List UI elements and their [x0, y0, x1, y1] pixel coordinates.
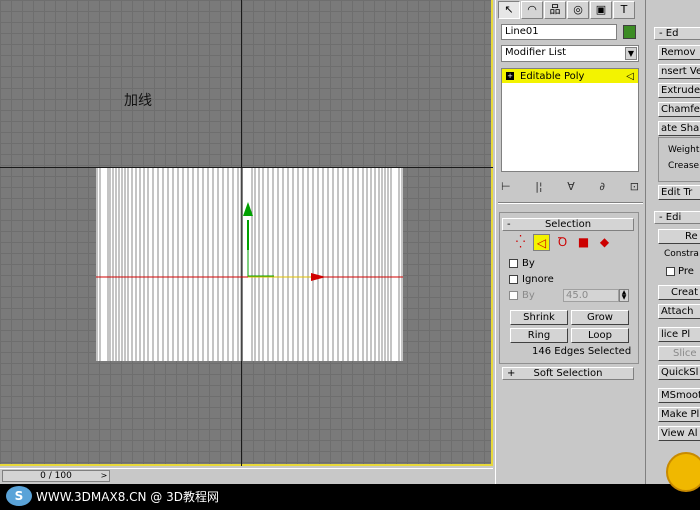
by-angle-label: By — [522, 290, 535, 301]
watermark-text: WWW.3DMAX8.CN @ 3D教程网 — [36, 489, 220, 504]
create-shape-button[interactable]: ate Sha — [658, 121, 700, 136]
angle-spinner[interactable]: 45.0 ▲ ▼ — [563, 289, 629, 302]
stack-item-label: Editable Poly — [520, 70, 585, 82]
view-align-button[interactable]: View Al — [658, 426, 700, 441]
time-slider-next-icon[interactable]: > — [99, 471, 109, 481]
spinner-arrows-icon[interactable]: ▲ ▼ — [619, 289, 629, 302]
panel-separator — [498, 202, 643, 204]
grow-button[interactable]: Grow — [571, 310, 629, 325]
angle-value[interactable]: 45.0 — [563, 289, 619, 302]
preserve-uvs-checkbox[interactable]: Pre — [666, 266, 694, 277]
selection-title: Selection — [544, 219, 592, 230]
modifier-list-label: Modifier List — [505, 47, 567, 58]
selection-rollout-header[interactable]: - Selection — [502, 218, 634, 231]
show-end-result-icon[interactable]: |¦ — [535, 180, 542, 193]
extrude-button[interactable]: Extrude — [658, 83, 700, 98]
make-planar-button[interactable]: Make Pl — [658, 407, 700, 422]
tab-modify-icon[interactable]: ◠ — [521, 1, 543, 19]
editable-poly-mesh[interactable] — [96, 168, 403, 361]
tab-motion-icon[interactable]: ◎ — [567, 1, 589, 19]
weight-crease-group — [658, 137, 700, 182]
modifier-list-dropdown[interactable]: Modifier List ▼ — [501, 45, 639, 62]
subobject-level-buttons: ⁛ ◁ Ꝺ ■ ◆ — [512, 234, 613, 251]
stack-item-editable-poly[interactable]: + Editable Poly ◁ — [502, 69, 638, 83]
edge-subobject-icon: ◁ — [626, 70, 634, 82]
constraints-label: Constra — [664, 249, 699, 259]
polygon-level-icon[interactable]: ■ — [575, 234, 592, 251]
element-level-icon[interactable]: ◆ — [596, 234, 613, 251]
ignore-backfacing-label: Ignore — [522, 274, 554, 285]
edit-edges-panel: - Ed Remov nsert Ve Extrude Chamfer ate … — [645, 0, 700, 484]
viewport-label: 加线 — [124, 93, 152, 109]
watermark-logo-icon: S — [6, 486, 32, 506]
tab-create-icon[interactable]: ↖ — [498, 1, 520, 19]
border-level-icon[interactable]: Ꝺ — [554, 234, 571, 251]
attach-button[interactable]: Attach — [658, 304, 700, 319]
expand-icon: + — [507, 368, 516, 379]
command-panel: ↖ ◠ 品 ◎ ▣ T Line01 Modifier List ▼ + Edi… — [495, 0, 645, 484]
by-vertex-label: By — [522, 258, 535, 269]
edit-tri-button[interactable]: Edit Tr — [658, 185, 700, 200]
stack-toolbar: ⊢ |¦ ∀ ∂ ⊡ — [501, 178, 639, 194]
remove-modifier-icon[interactable]: ∂ — [599, 180, 605, 193]
configure-sets-icon[interactable]: ⊡ — [630, 180, 639, 193]
chevron-down-icon[interactable]: ▼ — [625, 47, 637, 60]
vertex-level-icon[interactable]: ⁛ — [512, 234, 529, 251]
viewport[interactable]: 加线 — [0, 0, 493, 466]
tab-hierarchy-icon[interactable]: 品 — [544, 1, 566, 19]
remove-button[interactable]: Remov — [658, 45, 700, 60]
time-slider[interactable]: 0 / 100 > — [2, 470, 110, 482]
collapse-icon: - — [507, 219, 511, 230]
repeat-last-button[interactable]: Re — [658, 229, 700, 244]
weight-label: Weight: — [668, 145, 700, 155]
by-angle-checkbox[interactable]: By — [509, 290, 535, 301]
ring-button[interactable]: Ring — [510, 328, 568, 343]
expand-icon[interactable]: + — [506, 72, 514, 80]
create-button[interactable]: Creat — [658, 285, 700, 300]
slice-plane-button[interactable]: lice Pl — [658, 327, 700, 342]
selection-status: 146 Edges Selected — [532, 346, 632, 357]
preserve-uvs-label: Pre — [678, 266, 694, 277]
time-slider-value: 0 / 100 — [40, 471, 72, 481]
chamfer-button[interactable]: Chamfer — [658, 102, 700, 117]
checkbox-box[interactable] — [509, 275, 518, 284]
object-color-swatch[interactable] — [623, 25, 636, 39]
checkbox-box[interactable] — [666, 267, 675, 276]
insert-vertex-button[interactable]: nsert Ve — [658, 64, 700, 79]
mesh-wireframe — [96, 168, 403, 361]
object-name-field[interactable]: Line01 — [501, 24, 617, 40]
crease-label: Crease: — [668, 161, 700, 171]
pin-stack-icon[interactable]: ⊢ — [501, 180, 511, 193]
soft-selection-title: Soft Selection — [533, 368, 603, 379]
command-panel-tabs: ↖ ◠ 品 ◎ ▣ T — [496, 0, 645, 20]
by-vertex-checkbox[interactable]: By — [509, 258, 535, 269]
checkbox-box[interactable] — [509, 259, 518, 268]
slice-button[interactable]: Slice — [658, 346, 700, 361]
loop-button[interactable]: Loop — [571, 328, 629, 343]
ignore-backfacing-checkbox[interactable]: Ignore — [509, 274, 554, 285]
edit-edges-rollout-header[interactable]: - Ed — [654, 27, 700, 40]
app-logo-icon — [666, 452, 700, 492]
msmooth-button[interactable]: MSmooth — [658, 388, 700, 403]
checkbox-box[interactable] — [509, 291, 518, 300]
shrink-button[interactable]: Shrink — [510, 310, 568, 325]
edit-geometry-rollout-header[interactable]: - Edi — [654, 211, 700, 224]
quickslice-button[interactable]: QuickSl — [658, 365, 700, 380]
watermark: S WWW.3DMAX8.CN @ 3D教程网 — [6, 486, 219, 506]
make-unique-icon[interactable]: ∀ — [567, 180, 575, 193]
timeline: 0 / 100 > — [0, 468, 493, 482]
soft-selection-rollout-header[interactable]: + Soft Selection — [502, 367, 634, 380]
edge-level-icon[interactable]: ◁ — [533, 234, 550, 251]
modifier-stack[interactable]: + Editable Poly ◁ — [501, 68, 639, 172]
tab-utilities-icon[interactable]: T — [613, 1, 635, 19]
tab-display-icon[interactable]: ▣ — [590, 1, 612, 19]
